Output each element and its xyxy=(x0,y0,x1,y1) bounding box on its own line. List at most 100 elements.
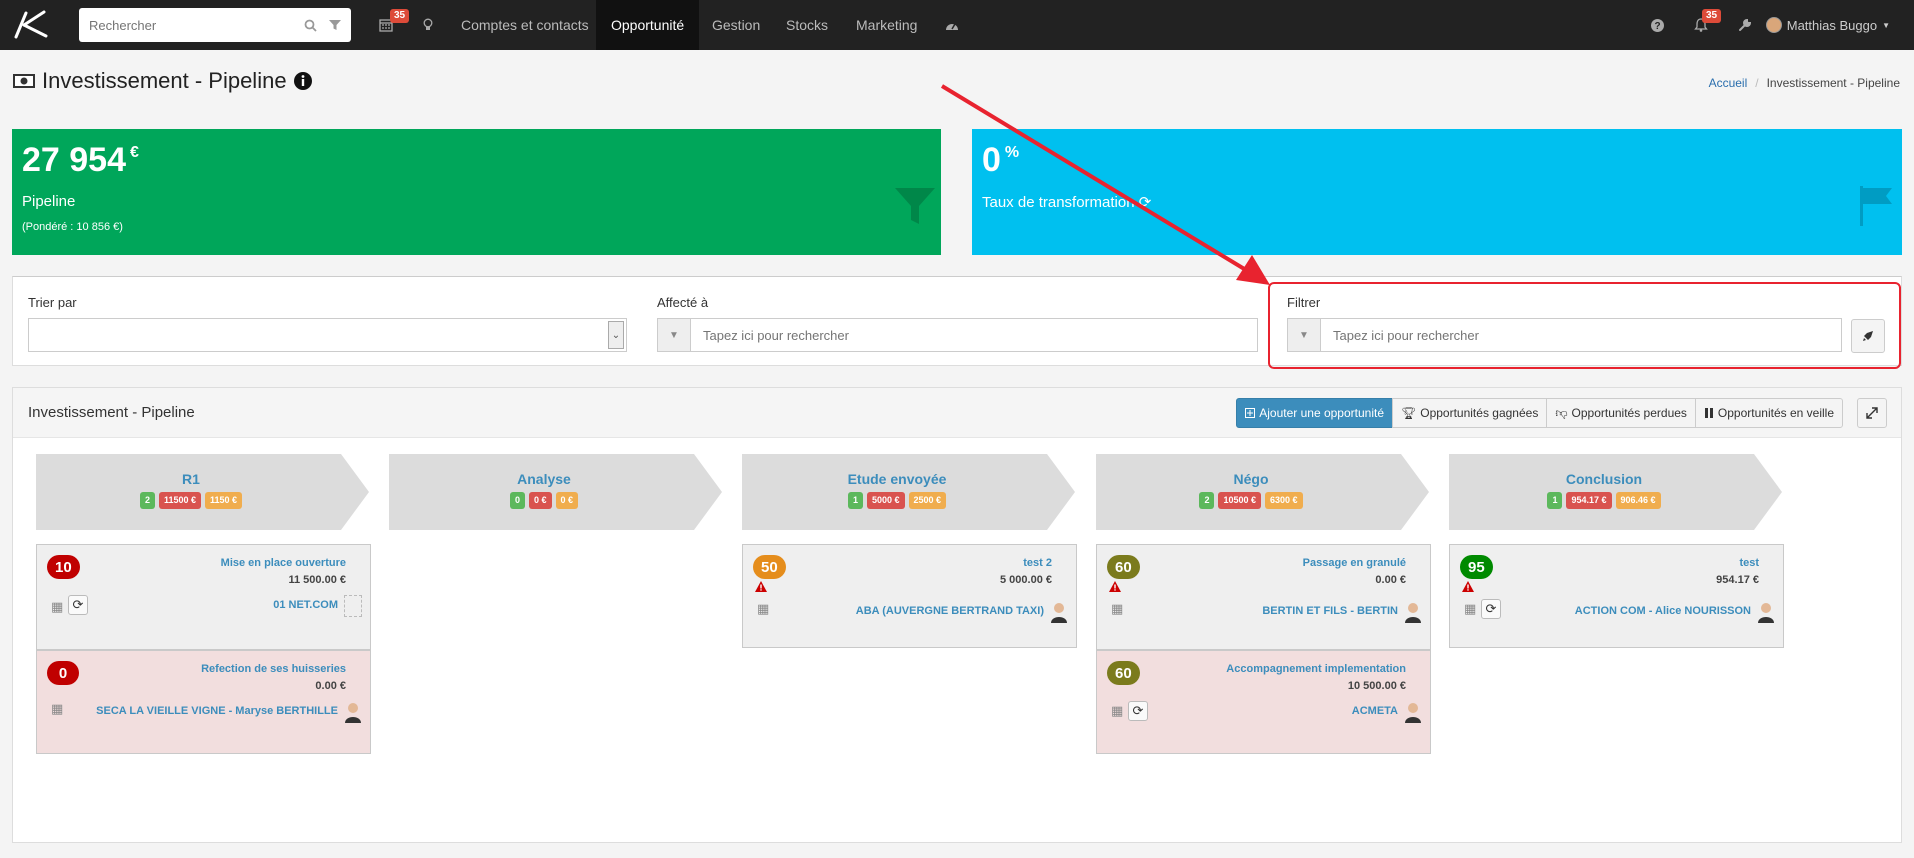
apply-filter-button[interactable] xyxy=(1851,319,1885,353)
chevron-down-icon: ▼ xyxy=(1882,20,1890,30)
opportunity-company[interactable]: BERTIN ET FILS - BERTIN xyxy=(1262,605,1398,617)
nav-opportunite[interactable]: Opportunité xyxy=(596,0,700,50)
global-search[interactable] xyxy=(79,8,351,42)
calendar-icon[interactable]: ▦ xyxy=(1111,703,1123,719)
stage-header: Analyse 0 0 € 0 € xyxy=(389,454,725,530)
nav-comptes-contacts[interactable]: Comptes et contacts xyxy=(446,0,604,50)
stage-total-badge: 10500 € xyxy=(1218,492,1262,509)
calendar-icon[interactable]: ▦ xyxy=(1464,601,1476,617)
opportunity-amount: 5 000.00 € xyxy=(1000,574,1052,586)
opportunity-title[interactable]: Accompagnement implementation xyxy=(1226,663,1406,675)
lightbulb-icon[interactable] xyxy=(418,0,438,50)
opportunity-card[interactable]: 10 Mise en place ouverture 11 500.00 € ▦… xyxy=(36,544,371,650)
stage-column-r1: R1 2 11500 € 1150 € xyxy=(36,454,372,530)
stage-badges: 0 0 € 0 € xyxy=(389,492,699,509)
assigned-group: Affecté à ▼ xyxy=(657,295,1258,352)
expand-button[interactable] xyxy=(1857,398,1887,428)
opportunity-title[interactable]: Mise en place ouverture xyxy=(221,557,346,569)
refresh-icon[interactable]: ⟳ xyxy=(1128,701,1148,721)
opportunity-title[interactable]: Refection de ses huisseries xyxy=(201,663,346,675)
opportunity-card[interactable]: 50 test 2 5 000.00 € ▦ ABA (AUVERGNE BER… xyxy=(742,544,1077,648)
notifications-button[interactable]: 35 xyxy=(1690,0,1722,50)
add-opportunity-button[interactable]: Ajouter une opportunité xyxy=(1236,398,1393,428)
stage-name[interactable]: Etude envoyée xyxy=(742,471,1052,487)
refresh-icon[interactable]: ⟳ xyxy=(1481,599,1501,619)
info-icon[interactable] xyxy=(293,71,313,91)
score-badge: 95 xyxy=(1460,555,1493,579)
opportunity-amount: 11 500.00 € xyxy=(288,574,346,586)
refresh-icon[interactable]: ⟳ xyxy=(68,595,88,615)
opportunity-card[interactable]: 60 Passage en granulé 0.00 € ▦ BERTIN ET… xyxy=(1096,544,1431,650)
nav-marketing[interactable]: Marketing xyxy=(841,0,932,50)
stage-name[interactable]: Négo xyxy=(1096,471,1406,487)
opportunity-company[interactable]: ACMETA xyxy=(1352,705,1398,717)
chevron-down-icon[interactable]: ⌄ xyxy=(608,321,624,349)
stage-count-badge: 2 xyxy=(1199,492,1215,509)
filter-input[interactable] xyxy=(1321,319,1841,351)
opportunity-company[interactable]: ABA (AUVERGNE BERTRAND TAXI) xyxy=(856,605,1044,617)
caret-down-icon[interactable]: ▼ xyxy=(658,319,691,351)
sort-select[interactable]: ⌄ xyxy=(28,318,627,352)
filter-icon[interactable] xyxy=(329,19,341,31)
stage-badges: 2 11500 € 1150 € xyxy=(36,492,346,509)
opportunity-card[interactable]: 95 test 954.17 € ▦ ⟳ ACTION COM - Alice … xyxy=(1449,544,1784,648)
lost-opportunities-button[interactable]: 👎︎ Opportunités perdues xyxy=(1546,398,1696,428)
opportunity-card[interactable]: 60 Accompagnement implementation 10 500.… xyxy=(1096,650,1431,754)
calendar-icon[interactable]: ▦ xyxy=(51,599,63,615)
calendar-icon[interactable]: ▦ xyxy=(51,701,63,717)
warning-icon xyxy=(755,581,767,592)
calendar-nav-button[interactable]: 35 xyxy=(372,0,410,50)
opportunity-company[interactable]: ACTION COM - Alice NOURISSON xyxy=(1575,605,1751,617)
breadcrumb-home[interactable]: Accueil xyxy=(1709,76,1748,90)
document-icon xyxy=(344,595,362,617)
calendar-badge: 35 xyxy=(390,9,410,23)
stage-weighted-badge: 2500 € xyxy=(908,492,947,509)
avatar xyxy=(1405,703,1421,723)
opportunity-company[interactable]: 01 NET.COM xyxy=(273,599,338,611)
stage-weighted-badge: 1150 € xyxy=(205,492,243,509)
conversion-kpi-value: 0% xyxy=(982,141,1020,179)
stage-name[interactable]: R1 xyxy=(36,471,346,487)
help-icon[interactable]: ? xyxy=(1646,0,1668,50)
plus-square-icon xyxy=(1245,408,1256,418)
global-search-input[interactable] xyxy=(89,17,292,33)
opportunity-title[interactable]: Passage en granulé xyxy=(1303,557,1406,569)
pipeline-kpi-box: 27 954 € Pipeline (Pondéré : 10 856 €) xyxy=(12,129,941,255)
sort-group: Trier par ⌄ xyxy=(28,295,627,352)
funnel-icon xyxy=(895,188,935,224)
stage-name[interactable]: Conclusion xyxy=(1449,471,1759,487)
stage-header: Etude envoyée 1 5000 € 2500 € xyxy=(742,454,1078,530)
warning-icon xyxy=(1462,581,1474,592)
caret-down-icon[interactable]: ▼ xyxy=(1288,319,1321,351)
stage-name[interactable]: Analyse xyxy=(389,471,699,487)
opportunity-title[interactable]: test xyxy=(1739,557,1759,569)
warning-icon xyxy=(1109,581,1121,592)
score-badge: 60 xyxy=(1107,661,1140,685)
opportunity-card[interactable]: 0 Refection de ses huisseries 0.00 € ▦ S… xyxy=(36,650,371,754)
flag-icon xyxy=(1860,186,1892,226)
dashboard-icon[interactable] xyxy=(939,0,965,50)
opportunity-title[interactable]: test 2 xyxy=(1023,557,1052,569)
app-logo[interactable] xyxy=(0,0,60,50)
avatar xyxy=(345,703,361,723)
refresh-icon[interactable]: ⟳ xyxy=(1139,194,1152,211)
nav-gestion[interactable]: Gestion xyxy=(697,0,775,50)
user-avatar xyxy=(1765,17,1782,33)
wrench-icon[interactable] xyxy=(1734,0,1756,50)
stage-badges: 1 5000 € 2500 € xyxy=(742,492,1052,509)
standby-opportunities-button[interactable]: Opportunités en veille xyxy=(1694,398,1843,428)
won-opportunities-button[interactable]: 🏆︎ Opportunités gagnées xyxy=(1392,398,1548,428)
nav-stocks[interactable]: Stocks xyxy=(771,0,843,50)
filter-field[interactable]: ▼ xyxy=(1287,318,1842,352)
opportunity-company[interactable]: SECA LA VIEILLE VIGNE - Maryse BERTHILLE xyxy=(96,705,338,717)
user-menu[interactable]: Matthias Buggo ▼ xyxy=(1765,0,1890,50)
stage-count-badge: 2 xyxy=(139,492,155,509)
calendar-icon[interactable]: ▦ xyxy=(1111,601,1123,617)
stage-total-badge: 11500 € xyxy=(158,492,202,509)
search-icon[interactable] xyxy=(304,19,317,32)
score-badge: 60 xyxy=(1107,555,1140,579)
assigned-field[interactable]: ▼ xyxy=(657,318,1258,352)
assigned-input[interactable] xyxy=(691,319,1257,351)
calendar-icon[interactable]: ▦ xyxy=(757,601,769,617)
score-badge: 0 xyxy=(47,661,79,685)
